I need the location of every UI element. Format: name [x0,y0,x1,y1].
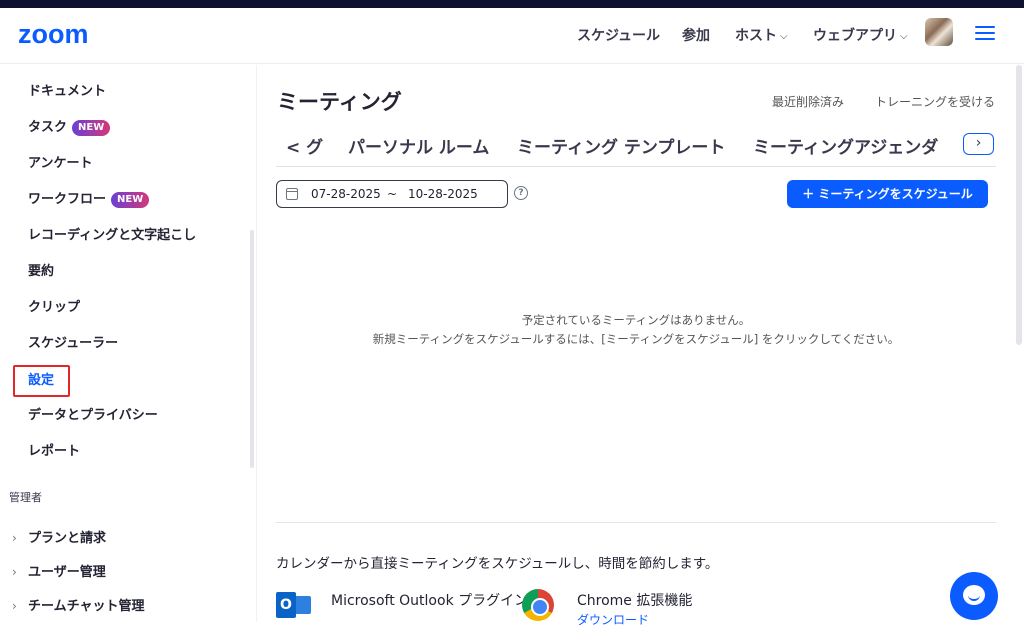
chrome-icon [522,589,554,621]
nav-schedule[interactable]: スケジュール [577,26,660,46]
sidebar-item-polls[interactable]: アンケート [28,154,92,174]
section-divider [276,522,996,523]
page-scrollbar[interactable] [1016,65,1022,345]
chevron-right-icon: › [12,599,17,613]
tab-upcoming[interactable]: < グ [286,133,323,158]
empty-state-hint: 新規ミーティングをスケジュールするには、[ミーティングをスケジュール] をクリッ… [372,332,900,346]
date-end: 10-28-2025 [408,187,478,201]
admin-section-label: 管理者 [9,491,42,504]
tabs-next-button[interactable]: › [963,133,994,155]
sidebar-item-workflows[interactable]: ワークフロー NEW [28,190,150,210]
sidebar-scrollbar[interactable] [250,230,254,468]
date-start: 07-28-2025 [311,187,381,201]
help-icon[interactable]: ? [514,186,528,200]
date-separator: ~ [387,187,398,201]
sidebar-item-team-chat[interactable]: › チームチャット管理 [12,595,144,614]
chrome-extension-title[interactable]: Chrome 拡張機能 [577,590,692,610]
nav-host-label: ホスト [735,28,777,44]
nav-webapp[interactable]: ウェブアプリ ⌵ [813,26,908,46]
meeting-tabs: < グ パーソナル ルーム ミーティング テンプレート ミーティングアジェンダ [276,133,996,167]
empty-state-title: 予定されているミーティングはありません。 [521,313,751,327]
nav-webapp-label: ウェブアプリ [813,28,897,44]
chevron-down-icon: ⌵ [780,31,788,42]
sidebar-item-label: チームチャット管理 [28,599,145,614]
zoom-logo[interactable]: zoom [18,21,89,48]
chevron-right-icon: › [12,565,17,579]
top-header: zoom スケジュール 参加 ホスト ⌵ ウェブアプリ ⌵ [0,8,1024,64]
nav-join[interactable]: 参加 [682,26,710,46]
recently-deleted-link[interactable]: 最近削除済み [772,93,844,110]
chevron-down-icon: ⌵ [900,31,908,42]
sidebar-item-plans-billing[interactable]: › プランと請求 [12,527,106,546]
schedule-meeting-button[interactable]: ＋ ミーティングをスケジュール [787,180,988,208]
sidebar-item-documents[interactable]: ドキュメント [28,82,106,102]
sidebar-item-label: プランと請求 [28,531,107,546]
outlook-plugin-title[interactable]: Microsoft Outlook プラグイン [331,590,528,610]
tab-meeting-agenda[interactable]: ミーティングアジェンダ [753,133,938,158]
training-link[interactable]: トレーニングを受ける [875,93,995,110]
top-strip [0,0,1024,8]
sidebar-item-settings[interactable]: 設定 [28,371,54,391]
sidebar-item-tasks[interactable]: タスク NEW [28,118,111,138]
chevron-right-icon: › [975,135,982,151]
new-badge: NEW [72,120,111,136]
sidebar-item-scheduler[interactable]: スケジューラー [28,334,118,354]
sidebar-item-label: タスク [28,120,68,135]
content-divider [256,65,257,622]
page-title: ミーティング [277,90,402,114]
outlook-icon: O [276,588,312,622]
sidebar-item-label: ワークフロー [28,192,107,207]
avatar[interactable] [925,18,953,46]
tab-meeting-templates[interactable]: ミーティング テンプレート [517,133,725,158]
sidebar: ドキュメント タスク NEW アンケート ワークフロー NEW レコーディングと文字… [0,65,256,622]
sidebar-item-clips[interactable]: クリップ [28,298,80,318]
sidebar-item-user-management[interactable]: › ユーザー管理 [12,561,106,580]
date-range-picker[interactable]: 07-28-2025 ~ 10-28-2025 [276,180,508,208]
sidebar-item-summaries[interactable]: 要約 [28,262,54,282]
chrome-download-link[interactable]: ダウンロード [577,611,649,628]
calendar-icon [286,188,298,200]
sidebar-item-reports[interactable]: レポート [28,442,80,462]
sidebar-item-label: ユーザー管理 [28,565,106,580]
sidebar-item-recordings[interactable]: レコーディングと文字起こし [28,226,196,246]
tab-personal-room[interactable]: パーソナル ルーム [348,133,489,158]
nav-host[interactable]: ホスト ⌵ [735,26,788,46]
chevron-right-icon: › [12,531,17,545]
chat-help-button[interactable] [950,572,998,620]
hamburger-menu-icon[interactable] [975,26,995,42]
new-badge: NEW [111,192,150,208]
calendar-promo-text: カレンダーから直接ミーティングをスケジュールし、時間を節約します。 [276,556,719,572]
sidebar-item-data-privacy[interactable]: データとプライバシー [28,406,158,426]
